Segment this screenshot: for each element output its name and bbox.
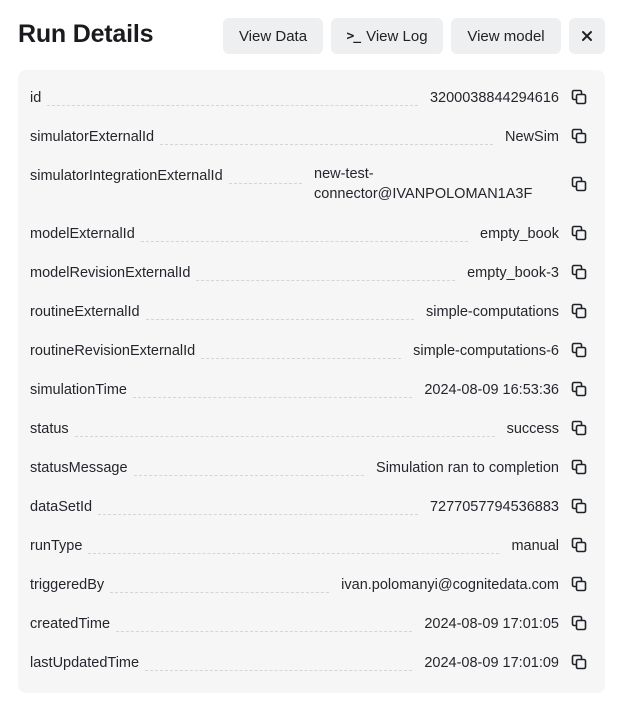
copy-icon[interactable] xyxy=(571,128,587,144)
detail-key: runType xyxy=(30,538,83,554)
leader-line xyxy=(75,436,495,437)
detail-value: NewSim xyxy=(505,129,559,145)
leader-line xyxy=(229,183,302,184)
detail-value: simple-computations-6 xyxy=(413,343,559,359)
copy-icon[interactable] xyxy=(571,303,587,319)
leader-line xyxy=(134,475,364,476)
detail-row-status-message: statusMessage Simulation ran to completio… xyxy=(18,447,605,486)
detail-key: modelRevisionExternalId xyxy=(30,265,191,281)
copy-icon[interactable] xyxy=(571,576,587,592)
detail-row-simulator-external-id: simulatorExternalId NewSim xyxy=(18,116,605,155)
detail-value: empty_book-3 xyxy=(467,265,559,281)
page-title: Run Details xyxy=(18,20,154,48)
run-details-panel: Run Details View Data >_ View Log View m… xyxy=(0,0,619,704)
detail-key: lastUpdatedTime xyxy=(30,655,140,671)
copy-icon[interactable] xyxy=(571,654,587,670)
detail-row-model-external-id: modelExternalId empty_book xyxy=(18,213,605,252)
copy-icon[interactable] xyxy=(571,420,587,436)
detail-value: 7277057794536883 xyxy=(429,499,559,515)
detail-row-id: id 3200038844294616 xyxy=(18,77,605,116)
detail-value: 2024-08-09 17:01:09 xyxy=(424,655,559,671)
detail-row-routine-external-id: routineExternalId simple-computations xyxy=(18,291,605,330)
detail-row-simulator-integration-external-id: simulatorIntegrationExternalId new-test-c… xyxy=(18,155,605,213)
leader-line xyxy=(146,319,414,320)
detail-value: simple-computations xyxy=(426,304,559,320)
view-data-label: View Data xyxy=(238,27,308,45)
detail-key: routineExternalId xyxy=(30,304,140,320)
detail-value: new-test-connector@IVANPOLOMAN1A3F xyxy=(314,166,533,202)
copy-icon[interactable] xyxy=(571,615,587,631)
leader-line xyxy=(145,670,412,671)
leader-line xyxy=(47,105,418,106)
detail-row-routine-revision-external-id: routineRevisionExternalId simple-computat… xyxy=(18,330,605,369)
detail-key: createdTime xyxy=(30,616,111,632)
panel-header: Run Details View Data >_ View Log View m… xyxy=(0,0,619,72)
copy-icon[interactable] xyxy=(571,89,587,105)
copy-icon[interactable] xyxy=(571,381,587,397)
details-card: id 3200038844294616 simulatorExternalId New… xyxy=(18,70,605,693)
close-button[interactable] xyxy=(569,18,605,54)
copy-icon[interactable] xyxy=(571,498,587,514)
view-model-button[interactable]: View model xyxy=(451,18,561,54)
leader-line xyxy=(141,241,468,242)
detail-row-data-set-id: dataSetId 7277057794536883 xyxy=(18,486,605,525)
detail-value: success xyxy=(506,421,559,437)
detail-key: simulatorExternalId xyxy=(30,129,155,145)
view-log-button[interactable]: >_ View Log xyxy=(331,18,443,54)
detail-key: modelExternalId xyxy=(30,226,135,242)
leader-line xyxy=(160,144,493,145)
detail-row-model-revision-external-id: modelRevisionExternalId empty_book-3 xyxy=(18,252,605,291)
detail-key: triggeredBy xyxy=(30,577,105,593)
detail-key: simulatorIntegrationExternalId xyxy=(30,168,223,184)
detail-value: 3200038844294616 xyxy=(429,90,559,106)
detail-row-last-updated-time: lastUpdatedTime 2024-08-09 17:01:09 xyxy=(18,642,605,681)
detail-value: 2024-08-09 17:01:05 xyxy=(424,616,559,632)
detail-row-run-type: runType manual xyxy=(18,525,605,564)
leader-line xyxy=(110,592,329,593)
details-list: id 3200038844294616 simulatorExternalId New… xyxy=(18,77,605,681)
close-icon xyxy=(582,31,592,41)
copy-icon[interactable] xyxy=(571,459,587,475)
detail-key: dataSetId xyxy=(30,499,93,515)
view-model-label: View model xyxy=(467,27,545,45)
detail-key: id xyxy=(30,90,42,106)
leader-line xyxy=(98,514,418,515)
detail-key: simulationTime xyxy=(30,382,127,398)
detail-key: statusMessage xyxy=(30,460,128,476)
detail-value: ivan.polomanyi@cognitedata.com xyxy=(341,577,559,593)
leader-line xyxy=(196,280,455,281)
copy-icon[interactable] xyxy=(571,176,587,192)
detail-row-created-time: createdTime 2024-08-09 17:01:05 xyxy=(18,603,605,642)
detail-value: 2024-08-09 16:53:36 xyxy=(424,382,559,398)
view-data-button[interactable]: View Data xyxy=(223,18,323,54)
detail-row-status: status success xyxy=(18,408,605,447)
copy-icon[interactable] xyxy=(571,264,587,280)
leader-line xyxy=(88,553,499,554)
detail-value: empty_book xyxy=(480,226,559,242)
leader-line xyxy=(116,631,412,632)
detail-key: routineRevisionExternalId xyxy=(30,343,196,359)
detail-row-triggered-by: triggeredBy ivan.polomanyi@cognitedata.co… xyxy=(18,564,605,603)
detail-row-simulation-time: simulationTime 2024-08-09 16:53:36 xyxy=(18,369,605,408)
copy-icon[interactable] xyxy=(571,225,587,241)
leader-line xyxy=(133,397,412,398)
leader-line xyxy=(201,358,401,359)
detail-value: manual xyxy=(511,538,559,554)
detail-key: status xyxy=(30,421,69,437)
terminal-icon: >_ xyxy=(346,28,361,44)
copy-icon[interactable] xyxy=(571,537,587,553)
view-log-label: View Log xyxy=(366,27,428,45)
copy-icon[interactable] xyxy=(571,342,587,358)
detail-value: Simulation ran to completion xyxy=(376,460,559,476)
